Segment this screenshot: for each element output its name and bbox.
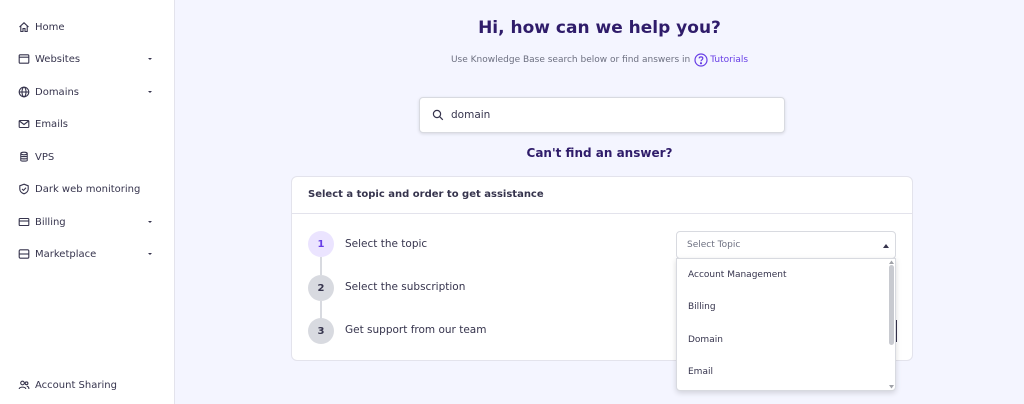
chevron-down-icon[interactable] (146, 218, 154, 226)
sidebar-item-label: Domains (35, 86, 80, 98)
step-connector (320, 301, 322, 319)
step-connector (320, 257, 322, 275)
tutorials-link[interactable]: Tutorials (694, 53, 748, 67)
topic-select-placeholder: Select Topic (687, 240, 741, 250)
sidebar-item-billing[interactable]: Billing (0, 209, 175, 235)
step-number-1: 1 (308, 231, 334, 257)
hidden-button-edge (896, 320, 897, 342)
tutorials-label: Tutorials (710, 55, 749, 65)
step-number-3: 3 (308, 318, 334, 344)
globe-icon (18, 86, 30, 98)
sidebar-item-account-sharing[interactable]: Account Sharing (0, 372, 175, 398)
sidebar-item-vps[interactable]: VPS (0, 144, 175, 170)
window-icon (18, 53, 30, 65)
sidebar-item-label: Dark web monitoring (35, 183, 141, 195)
topic-dropdown: Account Management Billing Domain Email (676, 258, 896, 391)
chevron-down-icon[interactable] (146, 55, 154, 63)
marketplace-icon (18, 248, 30, 260)
help-circle-icon (694, 53, 708, 67)
subtitle-text: Use Knowledge Base search below or find … (450, 55, 691, 65)
sidebar-item-marketplace[interactable]: Marketplace (0, 241, 175, 267)
shield-icon (18, 183, 30, 195)
billing-icon (18, 216, 30, 228)
dropdown-option-billing[interactable]: Billing (677, 291, 887, 323)
sidebar-item-home[interactable]: Home (0, 14, 175, 40)
page-subtitle: Use Knowledge Base search below or find … (175, 52, 1024, 68)
chevron-down-icon[interactable] (146, 250, 154, 258)
step-number-2: 2 (308, 275, 334, 301)
users-icon (18, 379, 30, 391)
card-header: Select a topic and order to get assistan… (292, 177, 912, 214)
sidebar-item-websites[interactable]: Websites (0, 46, 175, 72)
sidebar-item-label: Marketplace (35, 248, 97, 260)
cant-find-heading: Can't find an answer? (526, 146, 673, 160)
dropdown-scrollbar[interactable] (889, 265, 894, 345)
home-icon (18, 21, 30, 33)
caret-up-icon (883, 244, 889, 248)
sidebar-item-dark-web-monitoring[interactable]: Dark web monitoring (0, 176, 175, 202)
chevron-down-icon[interactable] (146, 88, 154, 96)
sidebar-item-label: Emails (35, 118, 68, 130)
dropdown-option-account-management[interactable]: Account Management (677, 259, 887, 291)
step-label-1: Select the topic (345, 238, 428, 250)
mail-icon (18, 118, 30, 130)
sidebar-footer-label: Account Sharing (35, 379, 117, 391)
dropdown-option-email[interactable]: Email (677, 356, 887, 388)
sidebar-item-label: Websites (35, 53, 81, 65)
search-box (419, 97, 785, 133)
step-label-2: Select the subscription (345, 281, 466, 293)
scroll-up-icon[interactable] (889, 260, 894, 264)
sidebar: Home Websites Domains Emails VPS Dark we… (0, 0, 175, 404)
dropdown-option-domain[interactable]: Domain (677, 324, 887, 356)
sidebar-item-label: VPS (35, 151, 55, 163)
search-input[interactable] (451, 106, 771, 124)
sidebar-item-emails[interactable]: Emails (0, 111, 175, 137)
database-icon (18, 151, 30, 163)
step-label-3: Get support from our team (345, 324, 487, 336)
sidebar-item-label: Billing (35, 216, 66, 228)
topic-select[interactable]: Select Topic (676, 231, 896, 259)
scroll-down-icon[interactable] (889, 385, 894, 389)
sidebar-item-domains[interactable]: Domains (0, 79, 175, 105)
sidebar-item-label: Home (35, 21, 65, 33)
card-header-text: Select a topic and order to get assistan… (308, 189, 544, 200)
page-title: Hi, how can we help you? (478, 18, 721, 38)
search-icon (432, 109, 444, 121)
